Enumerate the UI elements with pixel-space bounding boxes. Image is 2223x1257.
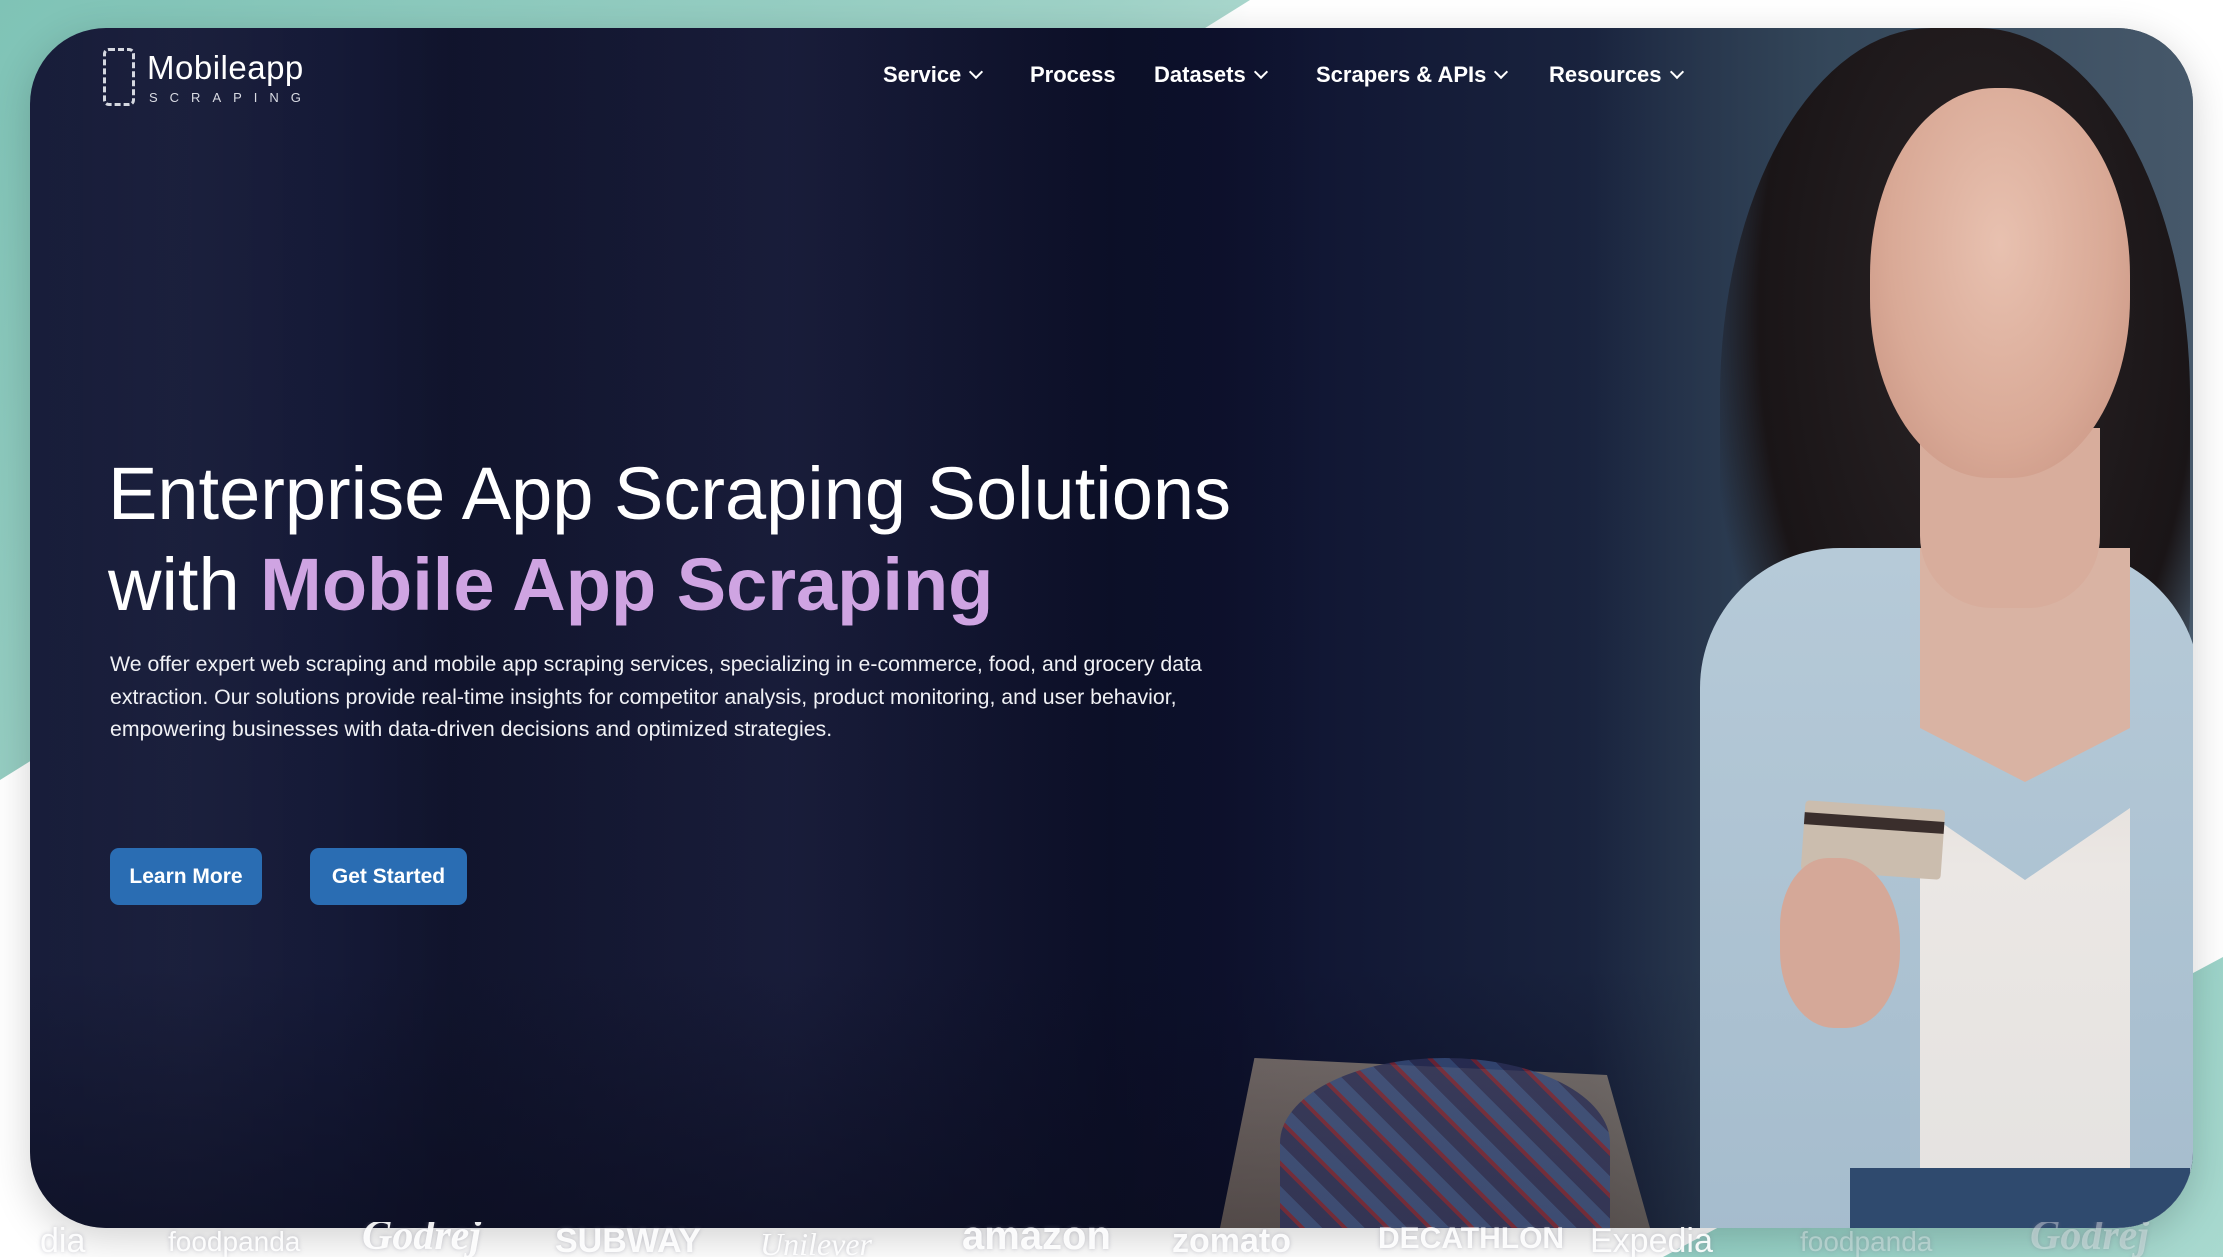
nav-datasets-label: Datasets [1154,62,1246,87]
client-logo: DECATHLON [1378,1222,1565,1255]
learn-more-button[interactable]: Learn More [110,848,262,905]
photo-face [1870,88,2130,478]
chevron-down-icon [1253,64,1268,80]
hero-description: We offer expert web scraping and mobile … [110,652,1202,741]
nav-service-label: Service [883,62,962,87]
client-logo: Expedia [1590,1222,1713,1257]
photo-jeans [1850,1168,2190,1228]
client-logo: Unilever [760,1226,872,1257]
get-started-button[interactable]: Get Started [310,848,467,905]
logo-text: Mobileapp SCRAPING [147,48,313,105]
site-logo[interactable]: Mobileapp SCRAPING [103,48,313,106]
chevron-down-icon [1669,64,1684,80]
nav-datasets[interactable]: Datasets [1154,62,1268,88]
headline-line-1: Enterprise App Scraping Solutions [108,452,1232,535]
client-logo: dia [40,1222,86,1257]
client-logo: foodpanda [168,1226,301,1257]
logo-name: Mobileapp [147,48,304,86]
chevron-down-icon [1494,64,1509,80]
client-logo: Godrej [362,1222,481,1257]
nav-process-label: Process [1030,62,1116,87]
client-logo: amazon [962,1222,1111,1257]
nav-process[interactable]: Process [1030,62,1116,88]
hero-headline: Enterprise App Scraping Solutions with M… [108,448,1408,630]
client-logo: foodpanda [1800,1226,1933,1257]
hero-photo-woman-with-card [1590,28,2193,1228]
nav-scrapers-apis[interactable]: Scrapers & APIs [1316,62,1509,88]
chevron-down-icon [969,64,984,80]
logo-tagline: SCRAPING [149,89,313,105]
client-logo-strip: dia foodpanda Godrej SUBWAY Unilever ama… [0,1222,2223,1257]
nav-service[interactable]: Service [883,62,984,88]
client-logo: SUBWAY [555,1222,702,1257]
phone-logo-icon [103,48,135,106]
headline-with: with [108,543,240,626]
headline-accent: Mobile App Scraping [260,543,994,626]
nav-resources[interactable]: Resources [1549,62,1684,88]
photo-hand [1780,858,1900,1028]
nav-resources-label: Resources [1549,62,1662,87]
client-logo: Godrej [2030,1222,2149,1257]
nav-scrapers-apis-label: Scrapers & APIs [1316,62,1487,87]
client-logo: zomato [1172,1222,1291,1257]
photo-plaid-cloth [1280,1058,1610,1228]
